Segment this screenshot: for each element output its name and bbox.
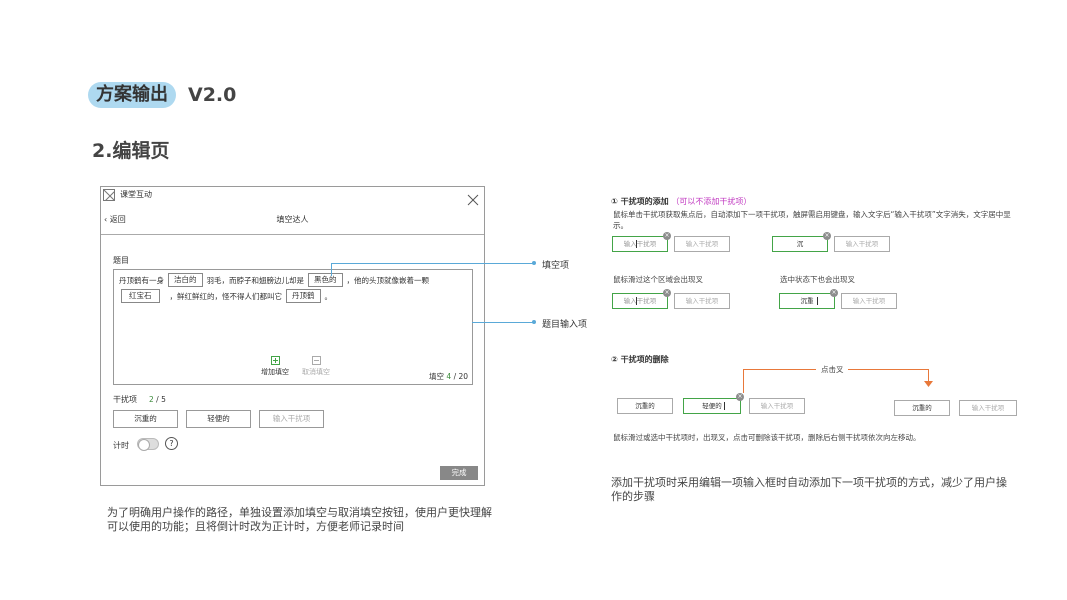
editor-window: 课堂互动 ‹ 返回 填空达人 题目 丹顶鹤有一身 洁白的 羽毛，而脖子和翅膀边儿… — [100, 186, 485, 486]
section2-heading: ② 干扰项的删除 — [611, 354, 669, 365]
close-icon[interactable] — [467, 191, 479, 206]
section-title: 2.编辑页 — [92, 140, 170, 162]
delete-x-icon[interactable]: × — [663, 289, 671, 297]
distractor-count-current: 2 — [149, 395, 154, 404]
distractor-count: 2 / 5 — [149, 395, 166, 404]
version-label: V2.0 — [188, 84, 237, 106]
editor-text: 羽毛，而脖子和翅膀边儿却是 — [206, 275, 305, 285]
section2-desc: 鼠标滑过或选中干扰项时，出现叉，点击可删除该干扰项，删除后右侧干扰项依次向左移动… — [613, 433, 921, 442]
left-note: 为了明确用户操作的路径，单独设置添加填空与取消填空按钮，使用户更快理解可以使用的… — [107, 506, 492, 533]
distractor-input-hover[interactable]: 输入干扰项 — [612, 293, 668, 309]
add-blank-label: 增加填空 — [261, 368, 289, 376]
blank-count: 填空 4 / 20 — [429, 371, 468, 382]
delete-x-icon[interactable]: × — [830, 289, 838, 297]
section1-hint: （可以不添加干扰项） — [671, 197, 752, 206]
blank-count-total: / 20 — [453, 372, 469, 381]
blank-item[interactable]: 洁白的 — [168, 273, 203, 287]
page-title: 填空达人 — [276, 215, 309, 224]
callout-dot — [532, 261, 536, 265]
text-cursor — [724, 402, 725, 410]
section1-desc: 鼠标单击干扰项获取焦点后，自动添加下一项干扰项，触屏需启用键盘，输入文字后“输入… — [613, 210, 1011, 230]
section2-num: ② — [611, 355, 618, 364]
timer-toggle[interactable] — [137, 438, 159, 451]
editor-line-2: 红宝石 ，鲜红鲜红的，怪不得人们都叫它 丹顶鹤 。 — [117, 289, 332, 303]
distractor-input[interactable]: 输入干扰项 — [259, 410, 324, 428]
help-icon[interactable]: ? — [165, 437, 178, 450]
done-button[interactable]: 完成 — [440, 466, 478, 480]
distractor-input[interactable]: 输入干扰项 — [834, 236, 890, 252]
callout-blank-item: 填空项 — [542, 261, 570, 271]
distractor-item[interactable]: 轻便的 — [186, 410, 251, 428]
arrow-line — [743, 369, 744, 393]
arrow-line — [743, 369, 816, 370]
distractor-item[interactable]: 沉重的 — [617, 398, 673, 414]
blank-count-label: 填空 — [429, 372, 444, 381]
arrow-down-icon — [924, 381, 933, 387]
nav-bar: ‹ 返回 填空达人 — [101, 209, 484, 235]
delete-x-icon[interactable]: × — [736, 393, 744, 401]
blank-item[interactable]: 红宝石 — [121, 289, 160, 303]
question-label: 题目 — [113, 256, 129, 265]
distractor-count-total: / 5 — [156, 395, 166, 404]
editor-text: 丹顶鹤有一身 — [119, 275, 164, 285]
section2-title: 干扰项的删除 — [620, 355, 669, 364]
right-note: 添加干扰项时采用编辑一项输入框时自动添加下一项干扰项的方式，减少了用户操作的步骤 — [611, 476, 1007, 503]
section1-num: ① — [611, 197, 618, 206]
blank-count-current: 4 — [446, 372, 452, 381]
blank-item[interactable]: 黑色的 — [308, 273, 343, 287]
distractor-item-selected[interactable]: 轻便的 — [683, 398, 741, 414]
editor-text: 。 — [324, 291, 333, 301]
add-blank-button[interactable]: 增加填空 — [259, 356, 291, 377]
editor-text: ，鲜红鲜红的，怪不得人们都叫它 — [169, 291, 283, 301]
distractor-input[interactable]: 输入干扰项 — [841, 293, 897, 309]
delete-x-icon[interactable]: × — [663, 232, 671, 240]
distractor-input[interactable]: 输入干扰项 — [959, 400, 1017, 416]
distractor-input-typing[interactable]: 沉 — [772, 236, 828, 252]
text-cursor — [636, 240, 637, 248]
text-cursor — [817, 297, 818, 305]
callout-dot — [532, 320, 536, 324]
editor-line-1: 丹顶鹤有一身 洁白的 羽毛，而脖子和翅膀边儿却是 黑色的 ，他的头顶就像嵌着一颗 — [119, 273, 429, 287]
app-title: 课堂互动 — [120, 190, 152, 199]
hover-note: 鼠标滑过这个区域会出现叉 — [613, 275, 703, 284]
distractor-item[interactable]: 沉重的 — [113, 410, 178, 428]
distractor-input[interactable]: 输入干扰项 — [674, 236, 730, 252]
editor-text: ，他的头顶就像嵌着一颗 — [346, 275, 430, 285]
callout-line — [332, 263, 534, 264]
plus-square-icon — [270, 356, 280, 365]
distractor-input-selected[interactable]: 沉重 — [779, 293, 835, 309]
distractor-input-focused[interactable]: 输入干扰项 — [612, 236, 668, 252]
distractor-input[interactable]: 输入干扰项 — [749, 398, 805, 414]
distractor-item[interactable]: 沉重的 — [894, 400, 950, 416]
cancel-blank-button[interactable]: 取消填空 — [300, 356, 332, 377]
callout-line — [331, 263, 332, 276]
arrow-line — [848, 369, 929, 370]
question-editor[interactable]: 丹顶鹤有一身 洁白的 羽毛，而脖子和翅膀边儿却是 黑色的 ，他的头顶就像嵌着一颗… — [113, 269, 473, 385]
minus-square-icon — [311, 356, 321, 365]
section-tag: 方案输出 — [88, 82, 176, 108]
callout-question-input: 题目输入项 — [542, 320, 588, 330]
callout-line — [472, 322, 534, 323]
blank-item[interactable]: 丹顶鹤 — [286, 289, 321, 303]
distractor-label: 干扰项 — [113, 395, 137, 404]
app-logo-icon — [103, 189, 115, 201]
section1-heading: ① 干扰项的添加 （可以不添加干扰项） — [611, 196, 751, 207]
text-cursor — [636, 297, 637, 305]
cancel-blank-label: 取消填空 — [302, 368, 330, 376]
window-titlebar: 课堂互动 — [101, 187, 484, 207]
select-note: 选中状态下也会出现叉 — [780, 275, 855, 284]
delete-x-icon[interactable]: × — [823, 232, 831, 240]
timer-label: 计时 — [113, 441, 129, 450]
distractor-input[interactable]: 输入干扰项 — [674, 293, 730, 309]
section1-title: 干扰项的添加 — [620, 197, 669, 206]
click-x-label: 点击叉 — [821, 365, 844, 374]
